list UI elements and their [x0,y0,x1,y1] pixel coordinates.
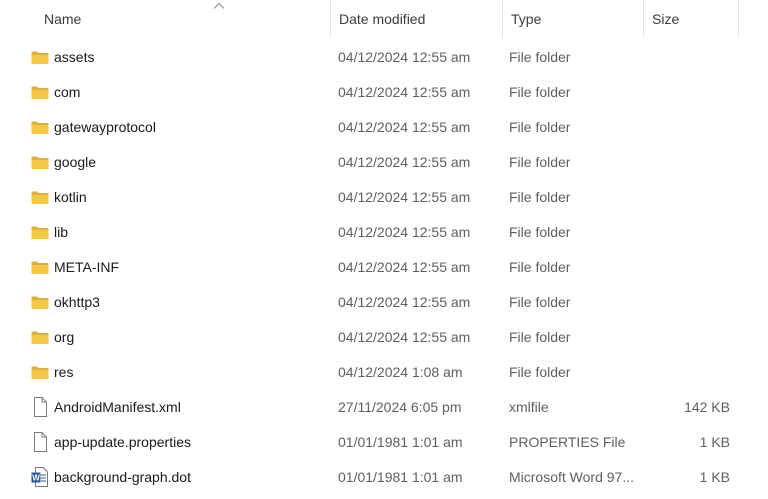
file-type: Microsoft Word 97... [509,469,635,485]
file-date-modified: 04/12/2024 12:55 am [338,154,471,170]
file-row[interactable]: W background-graph.dot 01/01/1981 1:01 a… [0,460,768,495]
size-column-header[interactable]: Size [643,0,739,38]
file-type: PROPERTIES File [509,434,626,450]
sort-ascending-icon [213,2,225,9]
file-type: File folder [509,294,571,310]
name-column-header[interactable]: Name [36,0,330,38]
file-name: google [54,154,97,170]
folder-icon [31,189,49,206]
file-size [650,320,730,355]
file-size [650,75,730,110]
column-header-row: Name Date modified Type Size [0,0,768,38]
file-name: gatewayprotocol [54,119,156,135]
file-type: File folder [509,364,571,380]
file-date-modified: 27/11/2024 6:05 pm [338,399,462,415]
svg-text:W: W [32,474,40,483]
file-size: 142 KB [684,399,730,415]
file-name: background-graph.dot [54,469,191,485]
file-type: File folder [509,329,571,345]
file-date-modified: 01/01/1981 1:01 am [338,434,463,450]
name-column-label: Name [44,11,82,27]
blank-file-icon [31,432,49,452]
file-size [650,215,730,250]
file-size [650,145,730,180]
file-name: assets [54,49,95,65]
file-row[interactable]: META-INF 04/12/2024 12:55 am File folder [0,250,768,285]
file-size: 1 KB [699,434,730,450]
file-row[interactable]: org 04/12/2024 12:55 am File folder [0,320,768,355]
file-date-modified: 04/12/2024 12:55 am [338,329,471,345]
file-name: app-update.properties [54,434,191,450]
file-type: File folder [509,119,571,135]
file-size [650,250,730,285]
file-size [650,180,730,215]
folder-icon [31,364,49,381]
file-name: lib [54,224,69,240]
folder-icon [31,259,49,276]
file-name: res [54,364,74,380]
file-name: org [54,329,75,345]
file-name: com [54,84,81,100]
file-name: META-INF [54,259,120,275]
file-row[interactable]: google 04/12/2024 12:55 am File folder [0,145,768,180]
file-row[interactable]: assets 04/12/2024 12:55 am File folder [0,40,768,75]
file-row[interactable]: com 04/12/2024 12:55 am File folder [0,75,768,110]
file-row[interactable]: app-update.properties 01/01/1981 1:01 am… [0,425,768,460]
folder-icon [31,329,49,346]
type-column-header[interactable]: Type [502,0,643,38]
size-column-label: Size [652,11,680,27]
blank-file-icon [31,397,49,417]
file-date-modified: 04/12/2024 12:55 am [338,49,471,65]
file-explorer-details-view: Name Date modified Type Size assets 04/1… [0,0,768,499]
file-type: File folder [509,84,571,100]
type-column-label: Type [511,11,542,27]
file-date-modified: 04/12/2024 12:55 am [338,224,471,240]
file-type: File folder [509,259,571,275]
file-name: okhttp3 [54,294,100,310]
file-row[interactable]: res 04/12/2024 1:08 am File folder [0,355,768,390]
file-row[interactable]: kotlin 04/12/2024 12:55 am File folder [0,180,768,215]
file-type: File folder [509,154,571,170]
file-date-modified: 04/12/2024 12:55 am [338,189,471,205]
file-type: File folder [509,189,571,205]
date-modified-column-header[interactable]: Date modified [330,0,502,38]
file-list: assets 04/12/2024 12:55 am File folder c… [0,40,768,495]
file-name: kotlin [54,189,87,205]
file-size: 1 KB [699,469,730,485]
file-type: File folder [509,224,571,240]
date-modified-column-label: Date modified [339,11,426,27]
file-date-modified: 04/12/2024 12:55 am [338,119,471,135]
file-date-modified: 04/12/2024 1:08 am [338,364,463,380]
file-date-modified: 04/12/2024 12:55 am [338,84,471,100]
file-row[interactable]: gatewayprotocol 04/12/2024 12:55 am File… [0,110,768,145]
file-row[interactable]: okhttp3 04/12/2024 12:55 am File folder [0,285,768,320]
file-size [650,40,730,75]
file-date-modified: 01/01/1981 1:01 am [338,469,463,485]
file-row[interactable]: AndroidManifest.xml 27/11/2024 6:05 pm x… [0,390,768,425]
folder-icon [31,294,49,311]
file-size [650,355,730,390]
folder-icon [31,49,49,66]
file-row[interactable]: lib 04/12/2024 12:55 am File folder [0,215,768,250]
file-date-modified: 04/12/2024 12:55 am [338,259,471,275]
file-name: AndroidManifest.xml [54,399,181,415]
file-type: xmlfile [509,399,549,415]
folder-icon [31,119,49,136]
folder-icon [31,154,49,171]
word-document-icon: W [31,467,49,487]
file-date-modified: 04/12/2024 12:55 am [338,294,471,310]
file-size [650,285,730,320]
file-size [650,110,730,145]
folder-icon [31,84,49,101]
file-type: File folder [509,49,571,65]
folder-icon [31,224,49,241]
